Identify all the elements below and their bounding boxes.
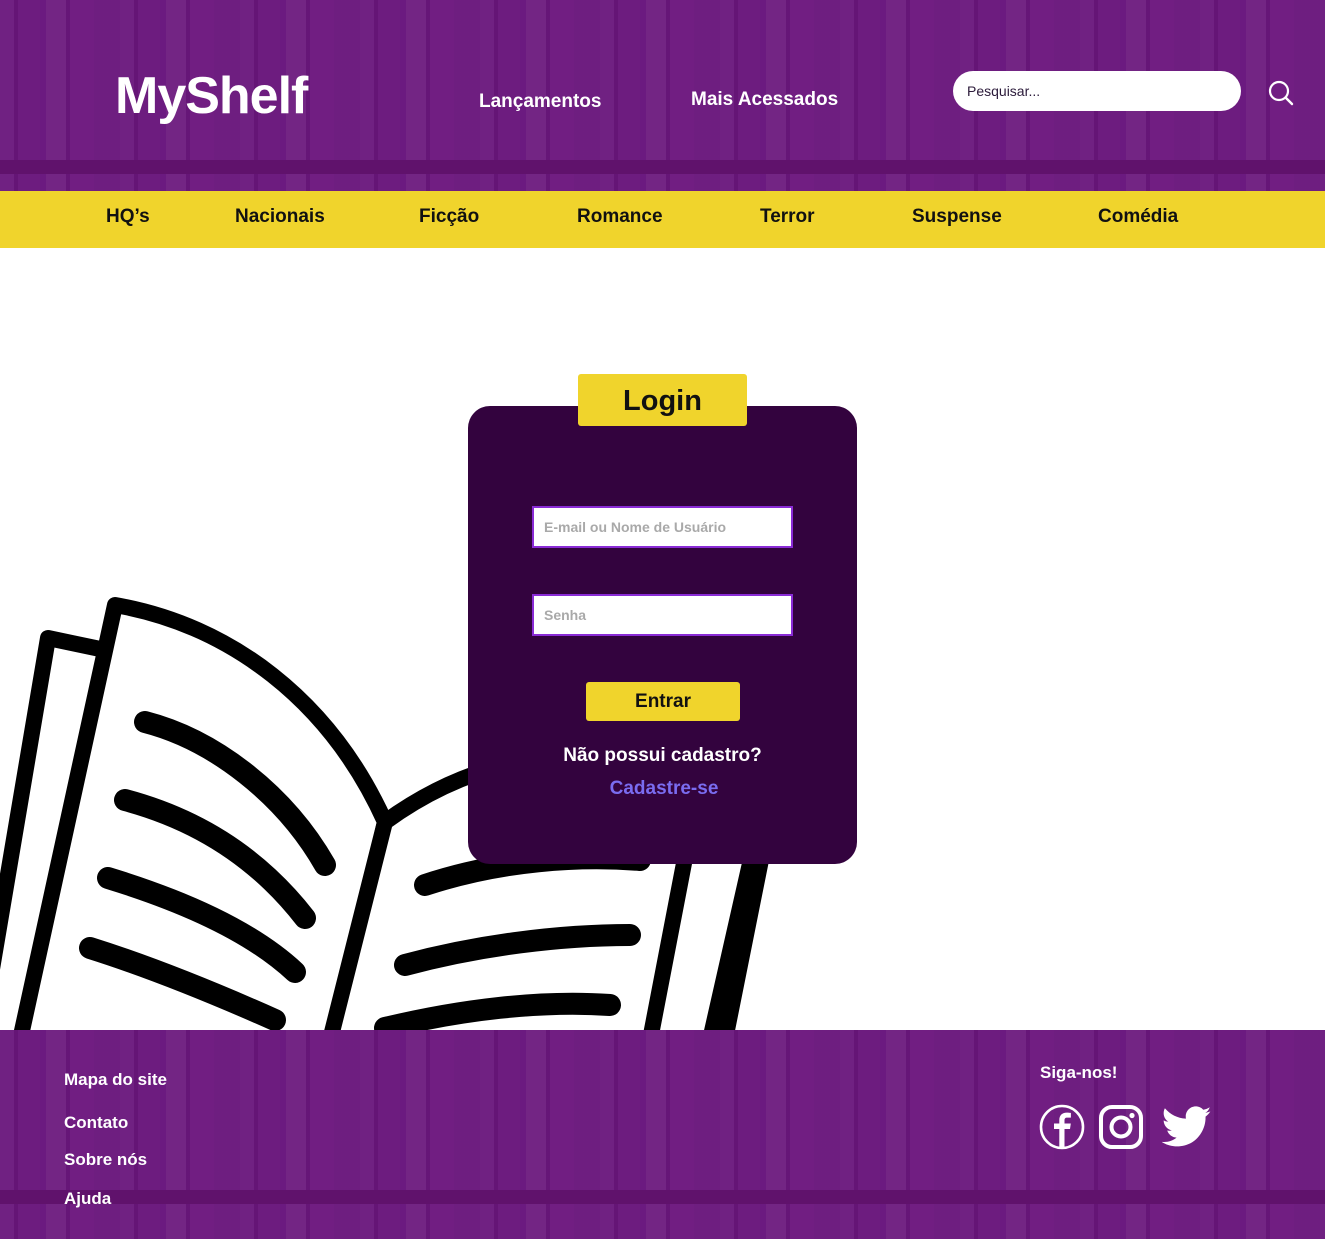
- twitter-icon[interactable]: [1161, 1106, 1212, 1153]
- category-ficcao[interactable]: Ficção: [419, 206, 479, 228]
- category-nacionais[interactable]: Nacionais: [235, 206, 325, 228]
- no-account-text: Não possui cadastro?: [563, 745, 762, 766]
- search-input[interactable]: [953, 71, 1241, 111]
- category-suspense[interactable]: Suspense: [912, 206, 1002, 228]
- signup-link[interactable]: Cadastre-se: [468, 778, 860, 800]
- search-icon[interactable]: [1266, 78, 1296, 108]
- facebook-icon[interactable]: [1039, 1104, 1085, 1155]
- password-field[interactable]: [532, 594, 793, 636]
- nav-mais-acessados[interactable]: Mais Acessados: [691, 89, 838, 111]
- category-comedia[interactable]: Comédia: [1098, 206, 1178, 228]
- footer-link-about[interactable]: Sobre nós: [64, 1150, 147, 1170]
- footer-link-site-map[interactable]: Mapa do site: [64, 1070, 167, 1090]
- follow-us-label: Siga-nos!: [1040, 1063, 1118, 1082]
- login-card: Entrar Não possui cadastro? Cadastre-se: [468, 406, 857, 864]
- footer-link-help[interactable]: Ajuda: [64, 1189, 111, 1209]
- site-header: MyShelf Lançamentos Mais Acessados: [0, 0, 1325, 191]
- instagram-icon[interactable]: [1098, 1104, 1144, 1155]
- category-romance[interactable]: Romance: [577, 206, 663, 228]
- footer-link-contact[interactable]: Contato: [64, 1113, 128, 1133]
- category-hqs[interactable]: HQ’s: [106, 206, 150, 228]
- category-terror[interactable]: Terror: [760, 206, 815, 228]
- site-footer: Mapa do site Contato Sobre nós Ajuda Sig…: [0, 1030, 1325, 1239]
- category-bar: HQ’s Nacionais Ficção Romance Terror Sus…: [0, 191, 1325, 248]
- email-username-field[interactable]: [532, 506, 793, 548]
- login-submit-button[interactable]: Entrar: [586, 682, 740, 721]
- nav-lancamentos[interactable]: Lançamentos: [479, 91, 601, 113]
- login-title: Login: [578, 374, 747, 426]
- site-logo[interactable]: MyShelf: [115, 66, 308, 126]
- page: MyShelf Lançamentos Mais Acessados HQ’s …: [0, 0, 1325, 1239]
